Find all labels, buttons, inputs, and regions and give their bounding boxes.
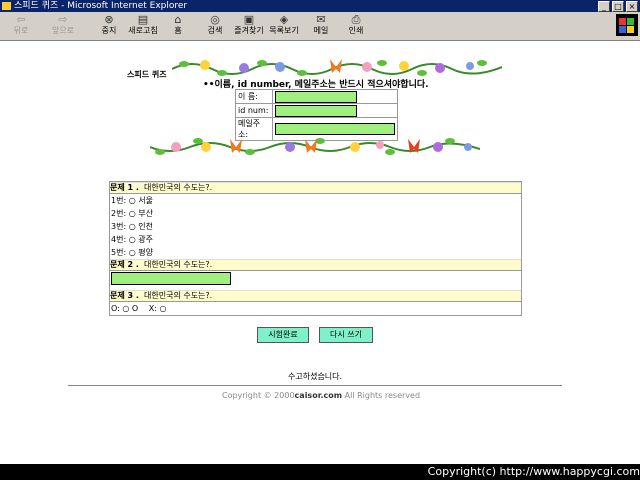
id-input[interactable] (275, 104, 357, 117)
q2-answer-row (110, 271, 521, 290)
page-content: 스피드 퀴즈 ••이름, id number, 메일주소는 반드시 적으셔야합니… (0, 41, 640, 464)
question-3-text: 대한민국의 수도는?. (144, 291, 213, 300)
quiz-box: 문제 1 . 대한민국의 수도는?. 1번: ○ 서울 2번: ○ 부산 3번: … (109, 181, 522, 316)
registration-form: 이 름: id num: 메일주소: (235, 89, 398, 141)
status-bar: Copyright(c) http://www.happycgi.com (0, 464, 640, 480)
forward-button[interactable]: ⇨ 앞으로 (48, 14, 78, 40)
question-1-header: 문제 1 . 대한민국의 수도는?. (110, 182, 521, 194)
home-icon: ⌂ (174, 13, 182, 26)
ie-icon (2, 2, 11, 10)
history-icon: ◈ (279, 13, 289, 26)
question-3-header: 문제 3 . 대한민국의 수도는?. (110, 290, 521, 302)
back-arrow-icon: ⇦ (16, 13, 26, 26)
stop-button[interactable]: ⊗ 중지 (94, 14, 124, 40)
name-label: 이 름: (235, 89, 273, 104)
window-controls: _ □ × (598, 1, 638, 12)
q1-option-5[interactable]: 5번: ○ 평양 (110, 246, 521, 259)
id-label: id num: (235, 103, 273, 118)
window-titlebar: 스피드 퀴즈 - Microsoft Internet Explorer _ □… (0, 0, 640, 12)
refresh-icon: ▤ (137, 13, 149, 26)
watermark-text: Copyright(c) http://www.happycgi.com (427, 465, 640, 478)
copyright-text: Copyright © 2000caisor.com All Rights re… (222, 391, 421, 400)
question-1-text: 대한민국의 수도는?. (144, 183, 213, 192)
question-2-header: 문제 2 . 대한민국의 수도는?. (110, 259, 521, 271)
search-button[interactable]: ◎ 검색 (200, 14, 230, 40)
reset-button[interactable]: 다시 쓰기 (319, 327, 373, 343)
history-button[interactable]: ◈ 목록보기 (269, 14, 299, 40)
q3-option-x[interactable]: X: ○ (149, 304, 167, 313)
minimize-button[interactable]: _ (598, 1, 610, 12)
search-icon: ◎ (210, 13, 220, 26)
maximize-button[interactable]: □ (612, 1, 624, 12)
copyright-domain: caisor.com (294, 391, 343, 400)
home-button[interactable]: ⌂ 홈 (163, 14, 193, 40)
print-button[interactable]: ⎙ 인쇄 (341, 14, 371, 40)
submit-button[interactable]: 시험완료 (257, 327, 309, 343)
q3-option-o[interactable]: O: ○ O (111, 304, 138, 313)
mail-button[interactable]: ✉ 메일 (306, 14, 336, 40)
mail-icon: ✉ (316, 13, 326, 26)
stop-icon: ⊗ (104, 13, 114, 26)
q1-option-2[interactable]: 2번: ○ 부산 (110, 207, 521, 220)
window-title: 스피드 퀴즈 - Microsoft Internet Explorer (14, 1, 188, 11)
question-2-text: 대한민국의 수도는?. (144, 260, 213, 269)
back-button[interactable]: ⇦ 뒤로 (6, 14, 36, 40)
name-input[interactable] (275, 90, 357, 103)
flower-vine-bottom-image (150, 135, 480, 159)
close-button[interactable]: × (626, 1, 638, 12)
q1-option-4[interactable]: 4번: ○ 광주 (110, 233, 521, 246)
windows-logo-icon (616, 14, 638, 36)
forward-arrow-icon: ⇨ (58, 13, 68, 26)
q1-option-1[interactable]: 1번: ○ 서울 (110, 194, 521, 207)
q2-answer-input[interactable] (111, 272, 231, 285)
q3-ox-row: O: ○ O X: ○ (110, 302, 521, 315)
printer-icon: ⎙ (351, 13, 361, 26)
quiz-title: 스피드 퀴즈 (127, 70, 167, 79)
flower-vine-top-image (172, 55, 502, 79)
thanks-text: 수고하셨습니다. (288, 372, 343, 381)
email-input[interactable] (275, 123, 395, 135)
refresh-button[interactable]: ▤ 새로고침 (128, 14, 158, 40)
favorites-icon: ▣ (243, 13, 255, 26)
browser-toolbar: ⇦ 뒤로 ⇨ 앞으로 ⊗ 중지 ▤ 새로고침 ⌂ 홈 ◎ 검색 ▣ 즐겨찾기 ◈… (0, 12, 640, 41)
divider (68, 385, 562, 386)
favorites-button[interactable]: ▣ 즐겨찾기 (234, 14, 264, 40)
q1-option-3[interactable]: 3번: ○ 인천 (110, 220, 521, 233)
